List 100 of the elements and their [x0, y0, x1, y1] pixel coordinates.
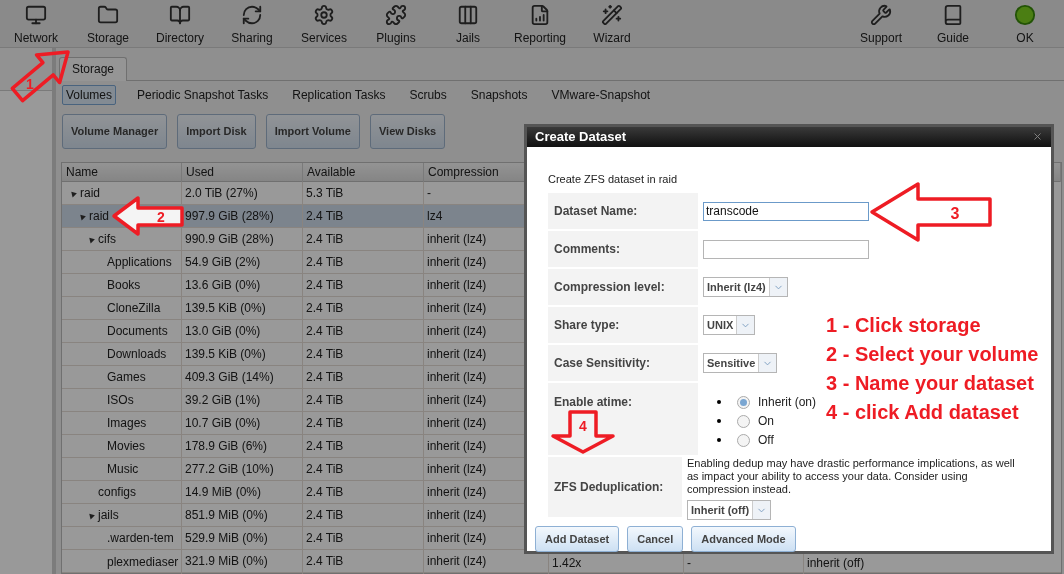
field-label: Share type:: [554, 317, 620, 334]
subtab[interactable]: Scrubs: [406, 84, 450, 105]
table-cell: 139.5 KiB (0%): [182, 297, 303, 319]
toolbar-button[interactable]: Storage: [72, 0, 144, 47]
book-icon: [168, 4, 192, 26]
table-cell: 2.4 TiB: [303, 550, 424, 574]
subtab[interactable]: Periodic Snapshot Tasks: [134, 84, 272, 105]
table-cell: 277.2 GiB (10%): [182, 458, 303, 480]
dropdown[interactable]: Sensitive: [703, 353, 778, 373]
table-cell: 2.4 TiB: [303, 458, 424, 480]
dataset-name: raid: [89, 208, 109, 225]
dataset-name: .warden-tem: [107, 530, 174, 547]
toolbar-button[interactable]: Sharing: [216, 0, 288, 47]
table-cell: 2.4 TiB: [303, 228, 424, 250]
action-button[interactable]: Volume Manager: [62, 113, 168, 149]
radio-button[interactable]: [737, 433, 750, 447]
field-label: Enable atime:: [554, 394, 633, 411]
column-header: Used: [182, 163, 303, 182]
toolbar-button[interactable]: Wizard: [576, 0, 648, 47]
toolbar-button[interactable]: OK: [989, 0, 1061, 47]
radio-label: Off: [758, 432, 774, 449]
step-instruction: 1 - Click storage: [826, 313, 982, 338]
dialog-button[interactable]: Add Dataset: [535, 526, 620, 552]
toolbar-button[interactable]: Support: [845, 0, 917, 47]
radio-button[interactable]: [737, 395, 750, 409]
table-cell: 2.4 TiB: [303, 274, 424, 296]
dialog-button[interactable]: Cancel: [627, 526, 684, 552]
toolbar-button[interactable]: Reporting: [504, 0, 576, 47]
step-number: 4: [579, 418, 587, 434]
dataset-name: Books: [107, 277, 141, 294]
toolbar-button[interactable]: Services: [288, 0, 360, 47]
radio-button[interactable]: [737, 414, 750, 428]
dataset-name: Movies: [107, 438, 145, 455]
dataset-name: ISOs: [107, 392, 134, 409]
tab[interactable]: Storage: [59, 56, 128, 81]
table-cell: 529.9 MiB (0%): [182, 527, 303, 549]
text-field[interactable]: [703, 239, 869, 259]
table-cell: 13.6 GiB (0%): [182, 274, 303, 296]
toolbar-button[interactable]: Network: [0, 0, 72, 47]
dataset-name: Music: [107, 461, 139, 478]
columns-icon: [456, 4, 480, 26]
toolbar-button[interactable]: Guide: [917, 0, 989, 47]
field-label: Compression level:: [554, 279, 665, 296]
step-instruction: 2 - Select your volume: [826, 342, 1039, 367]
close-icon[interactable]: [1032, 131, 1043, 143]
table-cell: 54.9 GiB (2%): [182, 251, 303, 273]
help-text: Enabling dedup may have drastic performance implications, as well as impact your ability to access your data. Consider using compression instead.: [687, 457, 1016, 496]
action-button[interactable]: Import Disk: [177, 113, 256, 149]
field-label: Case Sensitivity:: [554, 355, 651, 372]
subtab[interactable]: Replication Tasks: [289, 84, 389, 105]
dialog-button[interactable]: Advanced Mode: [691, 526, 796, 552]
dataset-name: jails: [98, 507, 119, 524]
step-number: 1: [26, 76, 34, 92]
column-header: Name: [62, 163, 182, 182]
table-cell: 851.9 MiB (0%): [182, 504, 303, 526]
subtab[interactable]: Snapshots: [467, 84, 531, 105]
table-cell: 14.9 MiB (0%): [182, 481, 303, 503]
field-label: Comments:: [554, 241, 620, 258]
step-number: 3: [950, 205, 960, 222]
toolbar-button[interactable]: Directory: [144, 0, 216, 47]
dataset-name: Games: [107, 369, 146, 386]
table-cell: 2.4 TiB: [303, 320, 424, 342]
table-cell: 2.4 TiB: [303, 412, 424, 434]
step-instruction: 3 - Name your dataset: [826, 371, 1035, 396]
table-cell: 990.9 GiB (28%): [182, 228, 303, 250]
dropdown[interactable]: Inherit (lz4): [703, 277, 788, 297]
dialog-title: Create Dataset: [535, 128, 627, 146]
table-cell: 13.0 GiB (0%): [182, 320, 303, 342]
table-cell: 10.7 GiB (0%): [182, 412, 303, 434]
toolbar-button[interactable]: Jails: [432, 0, 504, 47]
dataset-name: cifs: [98, 231, 116, 248]
table-cell: 2.4 TiB: [303, 366, 424, 388]
table-cell: 5.3 TiB: [303, 182, 424, 204]
text-field[interactable]: transcode: [703, 201, 869, 221]
action-button[interactable]: View Disks: [369, 113, 446, 149]
table-cell: 2.4 TiB: [303, 251, 424, 273]
table-cell: 178.9 GiB (6%): [182, 435, 303, 457]
dataset-name: Images: [107, 415, 147, 432]
table-cell: 2.0 TiB (27%): [182, 182, 303, 204]
table-cell: 139.5 KiB (0%): [182, 343, 303, 365]
sync-icon: [240, 4, 264, 26]
dataset-name: configs: [98, 484, 137, 501]
arrow-annotation: [112, 196, 184, 236]
table-cell: 2.4 TiB: [303, 481, 424, 503]
toolbar-button[interactable]: Plugins: [360, 0, 432, 47]
table-cell: 39.2 GiB (1%): [182, 389, 303, 411]
dropdown[interactable]: UNIX: [703, 315, 756, 335]
subtab[interactable]: Volumes: [62, 84, 117, 105]
table-cell: 2.4 TiB: [303, 527, 424, 549]
dataset-name: raid: [80, 185, 100, 202]
arrow-annotation: [551, 410, 615, 454]
table-cell: 2.4 TiB: [303, 504, 424, 526]
action-button[interactable]: Import Volume: [265, 113, 360, 149]
dropdown[interactable]: Inherit (off): [687, 500, 772, 520]
dataset-name: plexmediaser: [107, 554, 179, 571]
wrench-icon: [869, 4, 893, 26]
subtab[interactable]: VMware-Snapshot: [548, 84, 654, 105]
dataset-name: Documents: [107, 323, 168, 340]
radio-label: Inherit (on): [758, 394, 817, 411]
table-cell-text: inherit (off): [806, 555, 866, 572]
